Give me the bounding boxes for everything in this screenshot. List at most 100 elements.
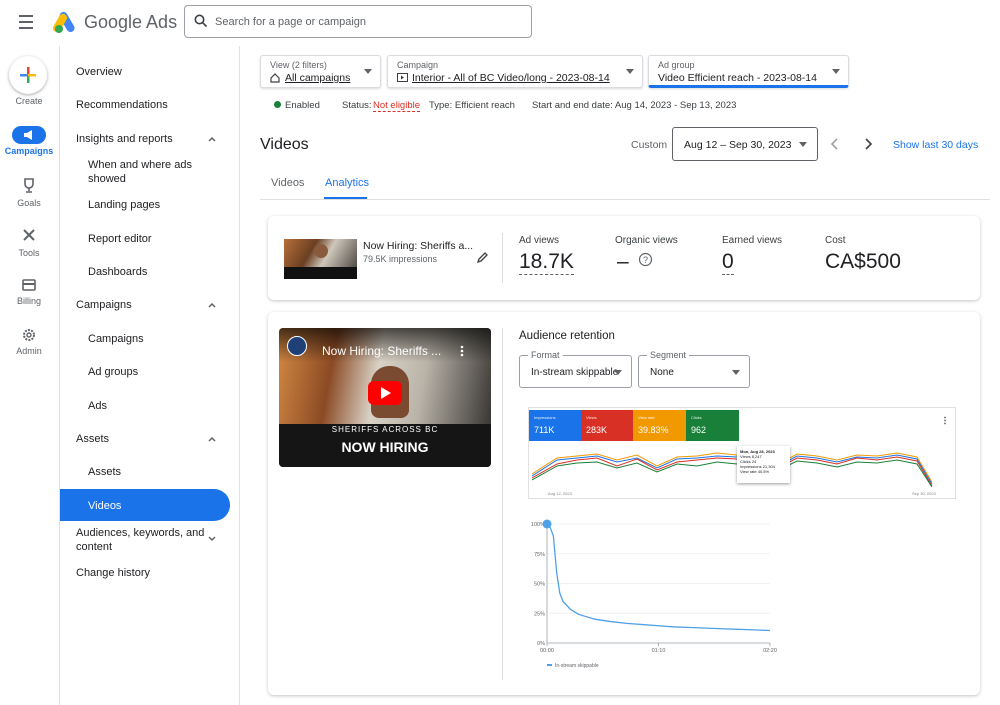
status-type: Type: Efficient reach [429, 100, 515, 111]
search-icon [194, 14, 208, 28]
campaign-dropdown[interactable]: Campaign Interior - All of BC Video/long… [387, 55, 643, 88]
chevron-up-icon[interactable] [207, 134, 217, 144]
player-banner-top: SHERIFFS ACROSS BC [331, 425, 439, 434]
organic-views-value: – [617, 250, 629, 273]
tab-analytics[interactable]: Analytics [325, 177, 369, 189]
nav-item-when-where[interactable]: When and where ads showed [88, 158, 208, 186]
chevron-up-icon[interactable] [207, 300, 217, 310]
tile-impressions[interactable]: Impressions 711K [529, 410, 581, 441]
y-tick-label: 75% [534, 552, 545, 558]
ad-group-dropdown[interactable]: Ad group Video Efficient reach - 2023-08… [648, 55, 849, 88]
tile-clicks-value: 962 [691, 425, 707, 435]
video-player[interactable]: Now Hiring: Sheriffs ... SHERIFFS ACROSS… [279, 328, 491, 467]
caret-down-icon [832, 69, 840, 74]
chevron-left-icon[interactable] [829, 137, 841, 151]
nav-active-highlight [60, 489, 230, 521]
segment-value: None [650, 367, 674, 378]
cost-label: Cost [825, 235, 846, 246]
status-not-eligible-link[interactable]: Not eligible [373, 100, 420, 112]
format-dropdown[interactable]: Format In-stream skippable [519, 350, 632, 388]
rail-create-label: Create [15, 96, 43, 106]
google-ads-logo-icon[interactable] [52, 9, 80, 35]
video-thumbnail[interactable] [284, 239, 357, 279]
tile-clicks-label: Clicks [691, 415, 702, 420]
ad-views-value[interactable]: 18.7K [519, 250, 574, 275]
nav-group-campaigns[interactable]: Campaigns [76, 299, 132, 311]
svg-text:?: ? [643, 255, 648, 265]
date-range-value: Aug 12 – Sep 30, 2023 [684, 139, 792, 151]
rail-billing-label: Billing [16, 296, 41, 306]
hamburger-menu-icon[interactable] [18, 13, 40, 31]
nav-item-ad-groups[interactable]: Ad groups [88, 366, 138, 378]
nav-item-dashboards[interactable]: Dashboards [88, 266, 147, 278]
more-vert-icon[interactable] [943, 416, 947, 425]
tile-impressions-label: Impressions [534, 415, 556, 420]
segment-dropdown[interactable]: Segment None [638, 350, 750, 388]
view-filter-value: All campaigns [285, 72, 351, 84]
nav-item-change-history[interactable]: Change history [76, 567, 150, 579]
legend-label: In-stream skippable [555, 663, 599, 669]
nav-group-assets[interactable]: Assets [76, 433, 109, 445]
nav-item-report-editor[interactable]: Report editor [88, 233, 152, 245]
nav-group-insights[interactable]: Insights and reports [76, 133, 173, 145]
view-filter-dropdown[interactable]: View (2 filters) All campaigns [260, 55, 381, 88]
date-range-picker[interactable]: Aug 12 – Sep 30, 2023 [672, 127, 818, 161]
chevron-down-icon[interactable] [207, 534, 217, 544]
show-last-30-days-button[interactable]: Show last 30 days [893, 139, 978, 151]
rail-item-tools[interactable]: Tools [0, 228, 58, 258]
y-tick-label: 0% [537, 641, 545, 647]
analytics-divider [502, 328, 503, 680]
x-tick-label: 01:10 [652, 648, 666, 654]
rail-item-billing[interactable]: Billing [0, 278, 58, 306]
ad-group-value: Video Efficient reach - 2023-08-14 [658, 72, 817, 84]
tile-views[interactable]: Views 283K [581, 410, 633, 441]
format-caption: Format [528, 350, 563, 360]
gear-icon [23, 329, 35, 341]
rail-goals-label: Goals [17, 198, 41, 208]
retention-start-marker [542, 519, 552, 529]
rail-item-goals[interactable]: Goals [0, 178, 58, 208]
ad-group-caption: Ad group [658, 60, 695, 70]
tile-clicks[interactable]: Clicks 962 [686, 410, 739, 441]
player-title: Now Hiring: Sheriffs ... [322, 344, 442, 358]
rail-admin-label: Admin [16, 346, 42, 356]
tools-icon [23, 229, 35, 241]
create-button[interactable] [9, 56, 47, 94]
earned-views-label: Earned views [722, 235, 783, 246]
caret-down-icon [732, 370, 740, 375]
nav-item-assets[interactable]: Assets [88, 466, 121, 478]
video-name: Now Hiring: Sheriffs a... [363, 240, 474, 252]
tile-views-value: 283K [586, 425, 608, 435]
tab-videos[interactable]: Videos [271, 177, 304, 189]
caret-down-icon [799, 142, 807, 147]
pencil-edit-icon[interactable] [476, 252, 488, 264]
search-input[interactable]: Search for a page or campaign [184, 5, 532, 38]
plus-icon [20, 67, 36, 83]
tile-view-rate-value: 39.83% [638, 425, 669, 435]
format-value: In-stream skippable [531, 367, 619, 378]
search-placeholder: Search for a page or campaign [215, 16, 367, 28]
nav-item-landing-pages[interactable]: Landing pages [88, 199, 160, 211]
organic-views-label: Organic views [615, 235, 678, 246]
nav-item-videos[interactable]: Videos [88, 500, 121, 512]
chart-tooltip: Mon, Aug 28, 2023 Views 8,247 Clicks 24 … [737, 446, 790, 483]
chevron-right-icon[interactable] [862, 137, 874, 151]
earned-views-value[interactable]: 0 [722, 250, 734, 275]
credit-card-icon [22, 279, 36, 291]
enabled-dot-icon [274, 101, 281, 108]
nav-group-audiences[interactable]: Audiences, keywords, and content [76, 526, 206, 554]
tile-view-rate[interactable]: View rate 39.83% [633, 410, 686, 441]
nav-item-campaigns[interactable]: Campaigns [88, 333, 144, 345]
mini-chart-start-date: Aug 12, 2023 [548, 491, 572, 496]
more-vert-icon[interactable] [460, 345, 464, 357]
nav-item-ads[interactable]: Ads [88, 400, 107, 412]
rail-item-campaigns[interactable]: Campaigns [0, 126, 58, 156]
nav-item-recommendations[interactable]: Recommendations [76, 99, 168, 111]
nav-item-overview[interactable]: Overview [76, 66, 122, 78]
chevron-up-icon[interactable] [207, 434, 217, 444]
tabs-divider [260, 199, 990, 200]
play-button-icon[interactable] [368, 381, 402, 405]
rail-item-admin[interactable]: Admin [0, 328, 58, 356]
y-tick-label: 25% [534, 611, 545, 617]
help-icon[interactable]: ? [638, 252, 653, 267]
